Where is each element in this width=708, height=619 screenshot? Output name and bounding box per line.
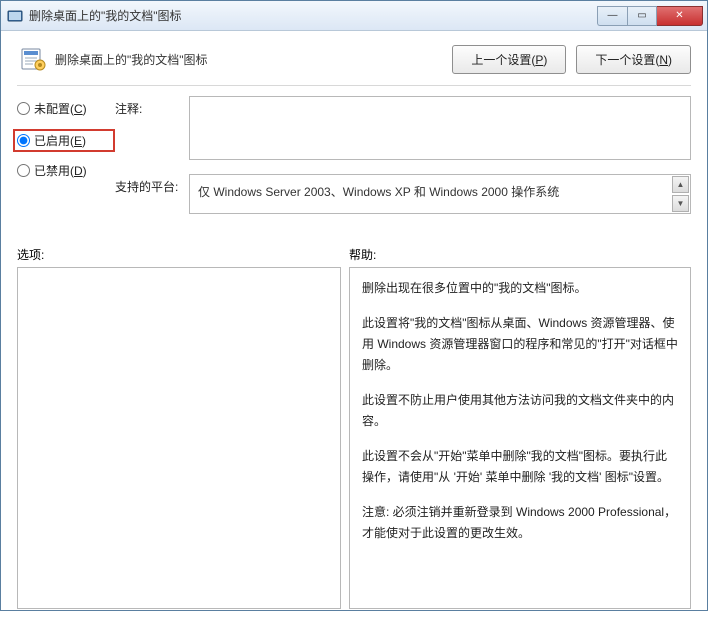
platform-row: 支持的平台: 仅 Windows Server 2003、Windows XP …	[115, 174, 691, 214]
client-area: 删除桌面上的"我的文档"图标 上一个设置(P) 下一个设置(N) 未配置(C)	[1, 31, 707, 619]
policy-title: 删除桌面上的"我的文档"图标	[55, 51, 452, 68]
next-label: 下一个设置(	[595, 53, 659, 67]
maximize-button[interactable]: ▭	[627, 6, 657, 26]
window-controls: — ▭ ✕	[597, 6, 703, 26]
window-title: 删除桌面上的"我的文档"图标	[29, 7, 597, 24]
radio-not-configured-accel: C	[74, 102, 83, 116]
app-icon	[7, 8, 23, 24]
prev-tail: )	[543, 53, 547, 67]
policy-icon	[17, 43, 49, 75]
previous-setting-button[interactable]: 上一个设置(P)	[452, 45, 566, 74]
radio-disabled[interactable]: 已禁用(D)	[17, 162, 115, 179]
divider	[17, 85, 691, 86]
next-accel: N	[659, 53, 668, 67]
panels-row: 删除出现在很多位置中的"我的文档"图标。 此设置将"我的文档"图标从桌面、Win…	[17, 267, 691, 609]
radio-enabled[interactable]: 已启用(E)	[17, 132, 111, 149]
help-panel: 删除出现在很多位置中的"我的文档"图标。 此设置将"我的文档"图标从桌面、Win…	[349, 267, 691, 609]
comment-row: 注释:	[115, 96, 691, 160]
policy-editor-window: 删除桌面上的"我的文档"图标 — ▭ ✕ 删除桌面上的"我的文档"图标	[0, 0, 708, 611]
close-button[interactable]: ✕	[657, 6, 703, 26]
prev-label: 上一个设置(	[471, 53, 535, 67]
comment-label: 注释:	[115, 96, 189, 160]
platform-value: 仅 Windows Server 2003、Windows XP 和 Windo…	[198, 185, 559, 199]
radio-disabled-tail: )	[83, 164, 87, 178]
options-panel	[17, 267, 341, 609]
header-row: 删除桌面上的"我的文档"图标 上一个设置(P) 下一个设置(N)	[17, 43, 691, 75]
radio-disabled-accel: D	[74, 164, 83, 178]
help-paragraph: 此设置不防止用户使用其他方法访问我的文档文件夹中的内容。	[362, 390, 678, 432]
platform-box: 仅 Windows Server 2003、Windows XP 和 Windo…	[189, 174, 691, 214]
platform-label: 支持的平台:	[115, 174, 189, 214]
radio-enabled-label: 已启用(	[34, 132, 74, 149]
config-row: 未配置(C) 已启用(E) 已禁用(D) 注释:	[17, 96, 691, 228]
selected-radio-highlight: 已启用(E)	[13, 129, 115, 152]
help-label: 帮助:	[349, 246, 376, 263]
radio-not-configured[interactable]: 未配置(C)	[17, 100, 115, 117]
options-label: 选项:	[17, 246, 349, 263]
scroll-up-button[interactable]: ▲	[672, 176, 689, 193]
radio-disabled-label: 已禁用(	[34, 162, 74, 179]
fields-column: 注释: 支持的平台: 仅 Windows Server 2003、Windows…	[115, 96, 691, 228]
radio-enabled-tail: )	[82, 134, 86, 148]
next-setting-button[interactable]: 下一个设置(N)	[576, 45, 691, 74]
radio-column: 未配置(C) 已启用(E) 已禁用(D)	[17, 96, 115, 228]
next-tail: )	[668, 53, 672, 67]
help-paragraph: 删除出现在很多位置中的"我的文档"图标。	[362, 278, 678, 299]
help-paragraph: 注意: 必须注销并重新登录到 Windows 2000 Professional…	[362, 502, 678, 544]
radio-not-configured-tail: )	[83, 102, 87, 116]
help-paragraph: 此设置不会从"开始"菜单中删除"我的文档"图标。要执行此操作，请使用"从 '开始…	[362, 446, 678, 488]
radio-disabled-input[interactable]	[17, 164, 30, 177]
radio-enabled-input[interactable]	[17, 134, 30, 147]
comment-textarea[interactable]	[189, 96, 691, 160]
radio-enabled-accel: E	[74, 134, 82, 148]
minimize-button[interactable]: —	[597, 6, 627, 26]
radio-not-configured-label: 未配置(	[34, 100, 74, 117]
help-paragraph: 此设置将"我的文档"图标从桌面、Windows 资源管理器、使用 Windows…	[362, 313, 678, 376]
radio-not-configured-input[interactable]	[17, 102, 30, 115]
scroll-down-button[interactable]: ▼	[672, 195, 689, 212]
section-labels: 选项: 帮助:	[17, 246, 691, 263]
titlebar: 删除桌面上的"我的文档"图标 — ▭ ✕	[1, 1, 707, 31]
